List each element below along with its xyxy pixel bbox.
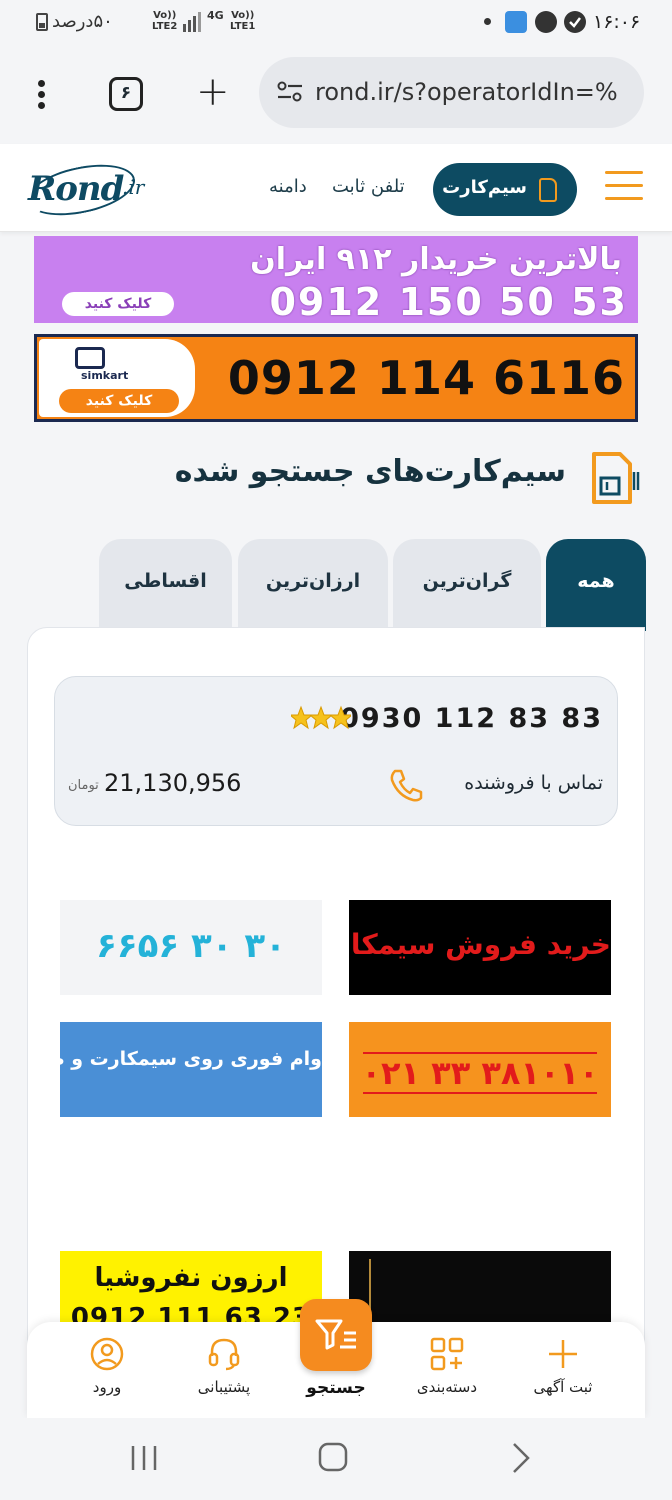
system-navigation-bar bbox=[0, 1418, 672, 1500]
ad-sim-loan[interactable]: وام فوری روی سیمکارت و طلا bbox=[60, 1022, 322, 1117]
tab-all[interactable]: همه bbox=[546, 539, 646, 631]
ad-number-6656[interactable]: ۶۶۵۶ ۳۰ ۳۰ bbox=[60, 900, 322, 995]
network-label: Vo)) bbox=[231, 10, 255, 21]
ad-buy-sell-sim[interactable]: خرید فروش سیمکارت bbox=[349, 900, 611, 995]
headset-icon bbox=[208, 1338, 240, 1371]
banner-cta: کلیک کنید bbox=[59, 389, 179, 413]
signal-lte1-label: Vo)) LTE1 bbox=[230, 10, 255, 32]
tab-cheapest[interactable]: ارزان‌ترین bbox=[238, 539, 388, 631]
ad-banner-orange[interactable]: simkart کلیک کنید 0912 114 6116 bbox=[34, 334, 638, 422]
nav-support[interactable]: پشتیبانی bbox=[164, 1322, 284, 1418]
signal-lte1: 4G bbox=[207, 10, 224, 21]
sim-number: 0930 112 83 83 bbox=[340, 703, 603, 734]
ad-text: ارزون نفروشیا bbox=[94, 1263, 288, 1293]
nav-login[interactable]: ورود bbox=[47, 1322, 167, 1418]
tab-switcher-button[interactable]: ۶ bbox=[109, 77, 143, 111]
banner-phone-number: 0912 150 50 53 bbox=[269, 280, 628, 324]
tab-installments[interactable]: اقساطی bbox=[99, 539, 232, 631]
url-text: rond.ir/s?operatorIdIn=% bbox=[315, 78, 618, 106]
nav-landline[interactable]: تلفن ثابت bbox=[332, 176, 405, 197]
network-label: Vo)) bbox=[153, 10, 177, 21]
price-currency: تومان bbox=[68, 778, 99, 793]
phone-icon[interactable] bbox=[388, 767, 424, 803]
filter-icon bbox=[315, 1319, 356, 1350]
nav-categories-label: دسته‌بندی bbox=[416, 1378, 478, 1396]
address-bar[interactable]: rond.ir/s?operatorIdIn=% bbox=[259, 57, 644, 128]
nav-search-label: جستجو bbox=[306, 1378, 366, 1398]
plus-icon bbox=[549, 1340, 577, 1368]
ad-cheap-sales[interactable]: ارزون نفروشیا 0912 111 63 23 bbox=[60, 1251, 322, 1331]
logo-suffix: .ir bbox=[122, 175, 145, 199]
ad-text: خرید فروش سیمکارت bbox=[349, 928, 611, 961]
browser-menu-icon[interactable] bbox=[38, 80, 46, 110]
nav-post-ad-label: ثبت آگهی bbox=[533, 1378, 593, 1396]
nav-post-ad[interactable]: ثبت آگهی bbox=[503, 1322, 623, 1418]
hamburger-menu-icon[interactable] bbox=[605, 171, 643, 203]
ad-text: وام فوری روی سیمکارت و طلا bbox=[60, 1048, 322, 1070]
contact-seller-link[interactable]: تماس با فروشنده bbox=[464, 772, 603, 794]
simkart-logo: simkart کلیک کنید bbox=[39, 339, 195, 417]
network-label: LTE1 bbox=[230, 21, 256, 32]
sim-card-icon bbox=[592, 452, 640, 504]
network-label: 4G bbox=[207, 9, 224, 22]
signal-lte2: Vo)) LTE2 bbox=[152, 10, 177, 32]
network-label: LTE2 bbox=[152, 21, 178, 32]
sim-card-button-label: سیم‌کارت bbox=[442, 177, 527, 198]
nav-login-label: ورود bbox=[92, 1378, 122, 1396]
site-logo[interactable]: Rond .ir bbox=[22, 156, 156, 224]
ad-dark[interactable] bbox=[349, 1251, 611, 1331]
new-tab-button[interactable]: + bbox=[196, 72, 230, 112]
ad-banner-purple[interactable]: بالاترین خریدار ۹۱۲ ایران 0912 150 50 53… bbox=[34, 236, 638, 324]
user-icon bbox=[90, 1337, 124, 1371]
ad-number-021[interactable]: ۰۲۱ ۳۳ ۳۸۱۰۱۰ bbox=[349, 1022, 611, 1117]
logo-text: Rond bbox=[28, 169, 124, 209]
sim-listing-card[interactable]: 0930 112 83 83 تماس با فروشنده 21,130,95… bbox=[54, 676, 618, 826]
nav-categories[interactable]: دسته‌بندی bbox=[387, 1322, 507, 1418]
signal-bars-icon bbox=[183, 12, 201, 32]
ad-text: ۰۲۱ ۳۳ ۳۸۱۰۱۰ bbox=[361, 1054, 599, 1092]
app-notification-icon bbox=[505, 11, 527, 33]
tab-most-expensive[interactable]: گران‌ترین bbox=[393, 539, 541, 631]
sim-price: 21,130,956 bbox=[104, 769, 242, 797]
site-settings-icon[interactable] bbox=[277, 81, 303, 103]
battery-percent: ۵۰درصد bbox=[52, 11, 113, 32]
nav-support-label: پشتیبانی bbox=[197, 1378, 251, 1396]
sim-card-button[interactable]: سیم‌کارت bbox=[433, 163, 577, 216]
notification-dot-icon bbox=[484, 18, 491, 25]
banner-cta: کلیک کنید bbox=[62, 292, 174, 316]
browser-toolbar: ۶ + rond.ir/s?operatorIdIn=% bbox=[0, 44, 672, 144]
recent-apps-icon[interactable] bbox=[130, 1444, 160, 1472]
ad-decoration bbox=[369, 1259, 389, 1323]
simkart-logo-icon bbox=[75, 347, 105, 369]
simkart-brand: simkart bbox=[81, 369, 129, 382]
search-filter-button[interactable] bbox=[300, 1299, 372, 1371]
vpn-icon bbox=[535, 11, 557, 33]
clock: ۱۶:۰۶ bbox=[593, 11, 641, 33]
rating-stars-icon bbox=[291, 705, 351, 730]
back-icon[interactable] bbox=[510, 1442, 532, 1474]
banner-phone-number: 0912 114 6116 bbox=[227, 351, 625, 405]
battery-icon bbox=[36, 13, 48, 31]
banner-headline: بالاترین خریدار ۹۱۲ ایران bbox=[250, 242, 622, 277]
site-header: Rond .ir دامنه تلفن ثابت سیم‌کارت bbox=[0, 144, 672, 232]
categories-icon bbox=[430, 1337, 464, 1371]
home-icon[interactable] bbox=[318, 1442, 348, 1472]
nav-domain[interactable]: دامنه bbox=[269, 176, 307, 197]
sim-card-icon bbox=[539, 178, 557, 202]
section-header: سیم‌کارت‌های جستجو شده bbox=[150, 450, 640, 510]
status-bar: ۵۰درصد Vo)) LTE2 4G Vo)) LTE1 ۱۶:۰۶ bbox=[0, 0, 672, 44]
shield-check-icon bbox=[564, 11, 586, 33]
section-title: سیم‌کارت‌های جستجو شده bbox=[174, 454, 566, 489]
ad-text: ۶۶۵۶ ۳۰ ۳۰ bbox=[96, 926, 286, 966]
